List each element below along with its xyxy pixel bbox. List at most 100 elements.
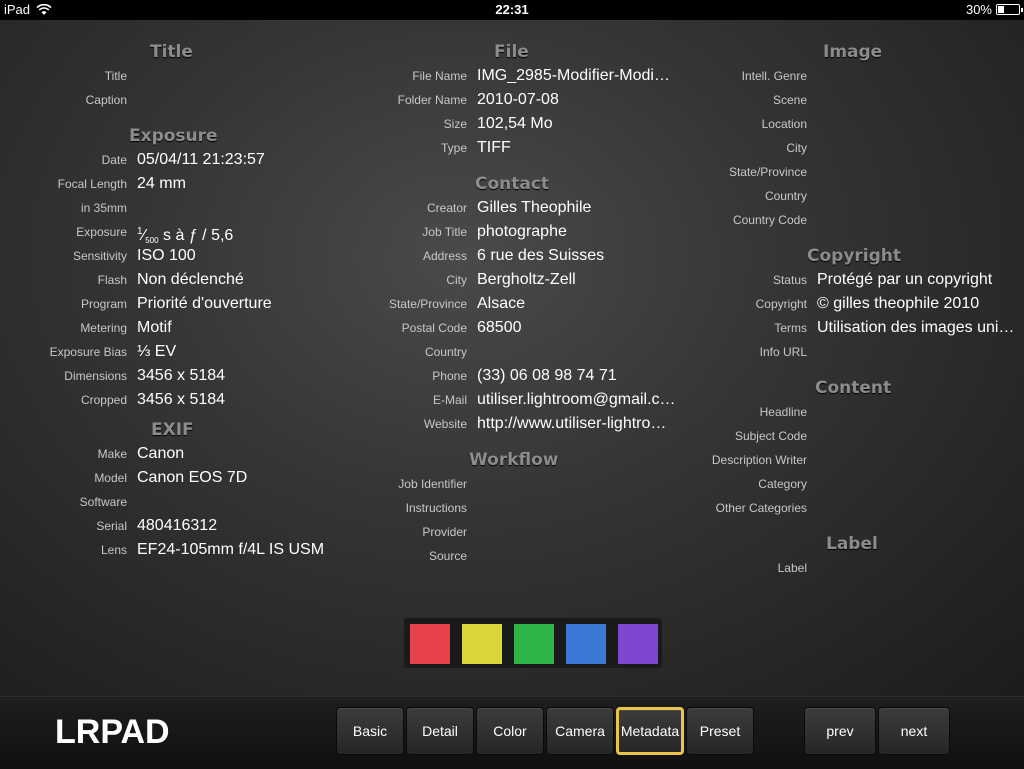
metadata-row: Other Categories: [680, 496, 1024, 520]
metadata-label: Address: [422, 249, 467, 263]
tab-basic[interactable]: Basic: [336, 707, 404, 755]
metadata-label: E-Mail: [432, 393, 467, 407]
color-label-yellow[interactable]: [462, 624, 502, 664]
metadata-row: Folder Name 2010-07-08: [340, 88, 680, 112]
metadata-label: Status: [772, 273, 807, 287]
metadata-row: Location: [680, 112, 1024, 136]
metadata-label: Provider: [422, 525, 467, 539]
section-copyright-heading: Copyright: [807, 246, 902, 266]
section-file-heading: File: [494, 42, 529, 62]
color-label-red[interactable]: [410, 624, 450, 664]
metadata-label: Postal Code: [401, 321, 467, 335]
metadata-value: Canon: [137, 445, 185, 462]
tab-camera[interactable]: Camera: [546, 707, 614, 755]
tab-color[interactable]: Color: [476, 707, 544, 755]
metadata-label: Exposure Bias: [49, 345, 127, 359]
metadata-label: Source: [428, 549, 467, 563]
metadata-row: Creator Gilles Theophile: [340, 196, 680, 220]
metadata-value: Utilisation des images uni…: [817, 319, 1015, 336]
metadata-value: 102,54 Mo: [477, 115, 553, 132]
metadata-label: Description Writer: [711, 453, 807, 467]
metadata-row: Metering Motif: [0, 316, 340, 340]
metadata-label: Dimensions: [64, 369, 127, 383]
next-button[interactable]: next: [878, 707, 950, 755]
tab-metadata[interactable]: Metadata: [616, 707, 684, 755]
section-label-heading: Label: [826, 534, 878, 554]
metadata-row: State/Province: [680, 160, 1024, 184]
color-label-picker: [404, 618, 662, 668]
metadata-label: Make: [97, 447, 127, 461]
metadata-label: Instructions: [405, 501, 467, 515]
metadata-column-right: Image Intell. Genre Scene Location City Stat…: [680, 40, 1024, 580]
metadata-label: Location: [761, 117, 807, 131]
metadata-row: Label: [680, 556, 1024, 580]
metadata-row: Program Priorité d'ouverture: [0, 292, 340, 316]
metadata-label: Type: [440, 141, 467, 155]
metadata-row: Cropped 3456 x 5184: [0, 388, 340, 412]
metadata-row: Intell. Genre: [680, 64, 1024, 88]
section-exif-heading: EXIF: [151, 420, 194, 440]
color-label-purple[interactable]: [618, 624, 658, 664]
metadata-value: ISO 100: [137, 247, 196, 264]
metadata-value: 3456 x 5184: [137, 391, 226, 408]
metadata-value: © gilles theophile 2010: [817, 295, 980, 312]
metadata-value: Bergholtz-Zell: [477, 271, 576, 288]
metadata-value: 1⁄500 s à ƒ / 5,6: [137, 220, 233, 244]
metadata-label: Country: [764, 189, 807, 203]
bottom-toolbar: LRPAD Basic Detail Color Camera Metadata…: [0, 696, 1024, 769]
metadata-row: Description Writer: [680, 448, 1024, 472]
metadata-label: City: [446, 273, 467, 287]
color-label-blue[interactable]: [566, 624, 606, 664]
app-logo: LRPAD: [55, 713, 170, 751]
metadata-value: Non déclenché: [137, 271, 244, 288]
metadata-row: Copyright © gilles theophile 2010: [680, 292, 1024, 316]
metadata-label: Software: [79, 495, 127, 509]
metadata-row: Country: [340, 340, 680, 364]
metadata-row: Headline: [680, 400, 1024, 424]
metadata-row: Model Canon EOS 7D: [0, 466, 340, 490]
metadata-row: Info URL: [680, 340, 1024, 364]
metadata-label: Headline: [759, 405, 807, 419]
metadata-label: Intell. Genre: [741, 69, 807, 83]
metadata-column-left: Title Title Caption Exposure Date 05/04/11…: [0, 40, 340, 562]
metadata-label: State/Province: [728, 165, 807, 179]
metadata-row: City Bergholtz-Zell: [340, 268, 680, 292]
metadata-value: photographe: [477, 223, 567, 240]
metadata-value: Protégé par un copyright: [817, 271, 993, 288]
metadata-row: Serial 480416312: [0, 514, 340, 538]
status-bar: iPad 22:31 30%: [0, 0, 1024, 20]
fraction-denominator: 500: [145, 236, 159, 244]
metadata-row: Address 6 rue des Suisses: [340, 244, 680, 268]
metadata-value: utiliser.lightroom@gmail.c…: [477, 391, 676, 408]
metadata-label: File Name: [412, 69, 467, 83]
metadata-row: Flash Non déclenché: [0, 268, 340, 292]
metadata-row: City: [680, 136, 1024, 160]
color-label-green[interactable]: [514, 624, 554, 664]
metadata-value: Canon EOS 7D: [137, 469, 248, 486]
tab-detail[interactable]: Detail: [406, 707, 474, 755]
prev-button[interactable]: prev: [804, 707, 876, 755]
metadata-row: Sensitivity ISO 100: [0, 244, 340, 268]
metadata-value: 6 rue des Suisses: [477, 247, 605, 264]
metadata-row: Job Title photographe: [340, 220, 680, 244]
metadata-row: Subject Code: [680, 424, 1024, 448]
section-exposure-heading: Exposure: [129, 126, 218, 146]
metadata-value: 3456 x 5184: [137, 367, 226, 384]
metadata-label: Subject Code: [734, 429, 807, 443]
metadata-row: Country Code: [680, 208, 1024, 232]
metadata-value: 24 mm: [137, 175, 186, 192]
metadata-label: Lens: [100, 543, 127, 557]
metadata-label: Caption: [85, 93, 127, 107]
metadata-row: Job Identifier: [340, 472, 680, 496]
metadata-label: Info URL: [759, 345, 807, 359]
metadata-row: Make Canon: [0, 442, 340, 466]
tab-preset[interactable]: Preset: [686, 707, 754, 755]
metadata-label: Flash: [97, 273, 127, 287]
metadata-row: Status Protégé par un copyright: [680, 268, 1024, 292]
metadata-row: Phone (33) 06 08 98 74 71: [340, 364, 680, 388]
battery-percent: 30%: [965, 2, 992, 17]
metadata-value: Motif: [137, 319, 172, 336]
metadata-label: Scene: [772, 93, 807, 107]
metadata-value: TIFF: [477, 139, 511, 156]
metadata-row: Terms Utilisation des images uni…: [680, 316, 1024, 340]
